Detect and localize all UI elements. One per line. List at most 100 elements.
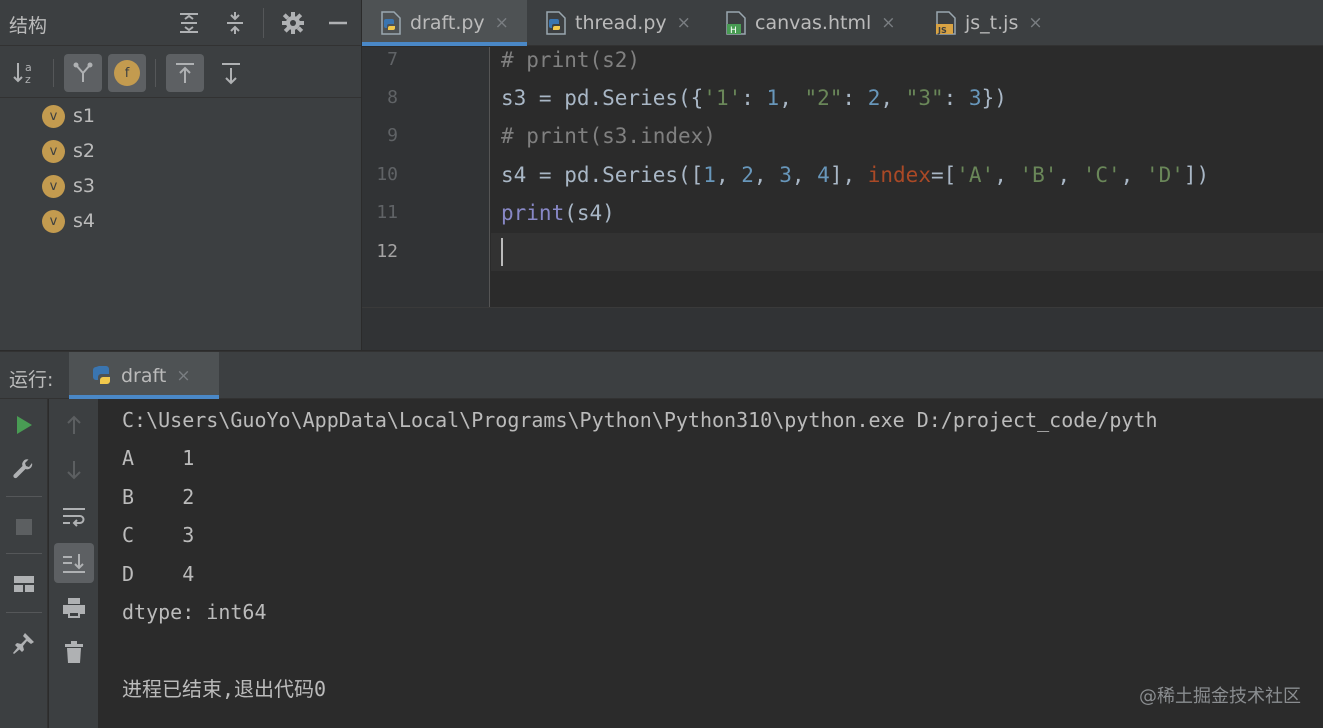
code-line[interactable]: s4 = pd.Series([1, 2, 3, 4], index=['A',… <box>501 156 1209 194</box>
code-token: }) <box>981 86 1007 110</box>
close-icon[interactable]: × <box>677 13 691 33</box>
close-icon[interactable]: × <box>1028 13 1042 33</box>
minimize-icon[interactable] <box>324 9 352 37</box>
code-line[interactable]: s3 = pd.Series({'1': 1, "2": 2, "3": 3}) <box>501 79 1007 117</box>
code-token: , <box>715 163 742 187</box>
code-token: 2 <box>741 163 754 187</box>
python-file-icon <box>380 11 402 35</box>
line-number: 11 <box>376 202 398 223</box>
console-line: C:\Users\GuoYo\AppData\Local\Programs\Py… <box>122 408 1158 432</box>
soft-wrap-icon[interactable] <box>56 499 92 535</box>
navigate-up-icon[interactable] <box>166 54 204 92</box>
code-line[interactable]: # print(s3.index) <box>501 117 716 155</box>
code-token: index <box>867 163 931 187</box>
code-line[interactable]: print(s4) <box>501 194 615 232</box>
tab-js-t-js[interactable]: JS js_t.js × <box>917 0 1067 46</box>
code-token: , <box>1120 163 1146 187</box>
pin-icon[interactable] <box>6 625 42 661</box>
close-icon[interactable]: × <box>495 13 509 33</box>
navigate-down-icon[interactable] <box>212 54 250 92</box>
current-line-number: 12 <box>376 241 398 262</box>
tab-thread-py[interactable]: thread.py × <box>527 0 707 46</box>
js-icon-letters: JS <box>937 26 947 35</box>
close-icon[interactable]: × <box>176 366 190 386</box>
code-token: 4 <box>817 163 830 187</box>
show-inherited-icon[interactable] <box>64 54 102 92</box>
layout-icon[interactable] <box>6 566 42 602</box>
code-token: : <box>842 86 868 110</box>
variable-icon: v <box>42 104 65 128</box>
toolbar-divider <box>6 553 42 554</box>
code-token: 3 <box>968 86 982 110</box>
console-line: A 1 <box>122 446 195 470</box>
console-output[interactable]: C:\Users\GuoYo\AppData\Local\Programs\Py… <box>100 399 1323 728</box>
line-number: 8 <box>387 87 398 108</box>
arrow-up-icon[interactable] <box>56 407 92 443</box>
toolbar-divider <box>53 59 54 87</box>
structure-title: 结构 <box>9 15 48 37</box>
run-tab-label: draft <box>121 364 167 387</box>
collapse-all-icon[interactable] <box>221 9 249 37</box>
structure-item-s1[interactable]: v s1 <box>42 101 95 131</box>
run-icon[interactable] <box>6 407 42 443</box>
code-token: , <box>1057 163 1083 187</box>
structure-item-s3[interactable]: v s3 <box>42 171 95 201</box>
code-token: , <box>880 86 906 110</box>
run-panel-header: 运行: draft × <box>0 351 1323 399</box>
editor-empty-area <box>362 307 1323 350</box>
print-icon[interactable] <box>56 590 92 626</box>
code-editor[interactable]: 7 8 9 10 11 12 # print(s2) s3 = pd.Serie… <box>362 47 1323 350</box>
console-line: C 3 <box>122 523 195 547</box>
code-token: ]) <box>1183 163 1210 187</box>
code-token: =[ <box>930 163 957 187</box>
code-token: # print(s3.index) <box>501 124 716 148</box>
console-line: dtype: int64 <box>122 600 267 624</box>
code-token: 'C' <box>1082 163 1121 187</box>
structure-item-label: s3 <box>73 175 95 197</box>
stop-icon[interactable] <box>6 509 42 545</box>
code-token: , <box>791 163 818 187</box>
line-number-gutter: 7 8 9 10 11 12 <box>362 47 490 307</box>
editor-tab-bar: draft.py × thread.py × H canvas.html × J… <box>362 0 1323 46</box>
gear-icon[interactable] <box>279 9 307 37</box>
line-number: 9 <box>387 125 398 146</box>
code-token: # print(s2) <box>501 48 641 72</box>
process-exit-message: 进程已结束,退出代码0 <box>122 677 327 701</box>
tab-draft-py[interactable]: draft.py × <box>362 0 527 46</box>
code-token: 1 <box>766 86 780 110</box>
wrench-icon[interactable] <box>6 452 42 488</box>
code-token: 3 <box>779 163 792 187</box>
toolbar-divider <box>6 496 42 497</box>
javascript-file-icon: JS <box>935 11 957 35</box>
code-token: s4 = pd.Series([ <box>501 163 704 187</box>
code-token: 'D' <box>1145 163 1184 187</box>
code-token: , <box>994 163 1020 187</box>
python-icon <box>91 364 113 388</box>
variable-icon: v <box>42 174 65 198</box>
sort-alpha-icon[interactable]: az <box>6 54 44 92</box>
code-line[interactable]: # print(s2) <box>501 41 640 79</box>
code-token: '1' <box>703 86 742 110</box>
tab-canvas-html[interactable]: H canvas.html × <box>707 0 917 46</box>
scroll-to-end-button[interactable] <box>54 543 94 583</box>
run-tab-draft[interactable]: draft × <box>69 352 219 399</box>
code-token: 'B' <box>1019 163 1058 187</box>
structure-item-label: s1 <box>73 105 95 127</box>
code-token: , <box>779 86 805 110</box>
toolbar-divider <box>6 612 42 613</box>
structure-item-s4[interactable]: v s4 <box>42 206 95 236</box>
code-token: : <box>741 86 767 110</box>
structure-item-s2[interactable]: v s2 <box>42 136 95 166</box>
code-token: 1 <box>703 163 716 187</box>
code-token: 2 <box>867 86 881 110</box>
code-token: "3" <box>905 86 944 110</box>
code-token: 'A' <box>956 163 995 187</box>
run-secondary-toolbar <box>49 399 99 728</box>
show-fields-button[interactable]: f <box>108 54 146 92</box>
trash-icon[interactable] <box>56 634 92 670</box>
expand-all-icon[interactable] <box>175 9 203 37</box>
arrow-down-icon[interactable] <box>56 452 92 488</box>
close-icon[interactable]: × <box>881 13 895 33</box>
run-panel-title: 运行: <box>9 369 54 391</box>
toolbar-divider <box>263 8 264 38</box>
